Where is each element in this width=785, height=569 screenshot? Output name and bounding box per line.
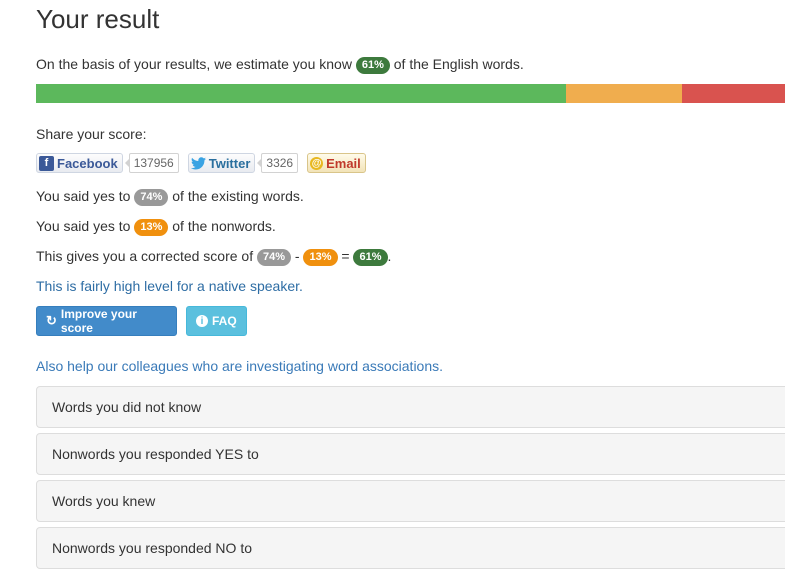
faq-button[interactable]: i FAQ	[186, 306, 247, 336]
email-label: Email	[326, 155, 361, 171]
panel-nonwords-no[interactable]: Nonwords you responded NO to	[36, 527, 785, 569]
twitter-share-count: 3326	[257, 153, 299, 173]
twitter-share-button[interactable]: Twitter	[187, 153, 256, 173]
word-associations-link[interactable]: Also help our colleagues who are investi…	[36, 358, 443, 374]
minus-sign: -	[294, 248, 300, 264]
yes-nonwords-line: You said yes to 13% of the nonwords.	[36, 218, 276, 236]
estimate-prefix: On the basis of your results, we estimat…	[36, 56, 352, 72]
corrected-nonwords-badge: 13%	[303, 249, 338, 266]
yes-words-prefix: You said yes to	[36, 188, 131, 204]
panel-words-not-known[interactable]: Words you did not know	[36, 386, 785, 428]
yes-nonwords-prefix: You said yes to	[36, 218, 131, 234]
score-progress-bar	[36, 84, 785, 103]
estimate-badge: 61%	[355, 57, 390, 74]
corrected-words-badge: 74%	[257, 249, 292, 266]
yes-words-line: You said yes to 74% of the existing word…	[36, 188, 304, 206]
level-text: This is fairly high level for a native s…	[36, 278, 303, 294]
share-buttons: f Facebook 137956 Twitter 3326 @ Email	[36, 153, 366, 173]
period: .	[387, 248, 392, 264]
progress-segment-unknown	[681, 84, 785, 103]
faq-label: FAQ	[212, 314, 237, 328]
facebook-icon: f	[39, 155, 54, 171]
yes-nonwords-suffix: of the nonwords.	[172, 218, 276, 234]
progress-segment-yes-to-nonwords	[566, 84, 682, 103]
facebook-share-button[interactable]: f Facebook	[36, 153, 123, 173]
share-label: Share your score:	[36, 126, 147, 142]
improve-score-button[interactable]: ↻ Improve your score	[36, 306, 177, 336]
corrected-result-badge: 61%	[353, 249, 388, 266]
twitter-icon	[190, 156, 206, 171]
estimate-suffix: of the English words.	[393, 56, 524, 72]
page-title: Your result	[36, 4, 160, 34]
corrected-prefix: This gives you a corrected score of	[36, 248, 254, 264]
panel-nonwords-yes[interactable]: Nonwords you responded YES to	[36, 433, 785, 475]
email-icon: @	[310, 156, 324, 170]
twitter-label: Twitter	[208, 155, 251, 171]
yes-words-badge: 74%	[134, 189, 169, 206]
email-share-button[interactable]: @ Email	[307, 153, 366, 173]
estimate-line: On the basis of your results, we estimat…	[36, 56, 524, 74]
yes-nonwords-badge: 13%	[134, 219, 169, 236]
equals-sign: =	[341, 248, 350, 264]
progress-segment-known	[36, 84, 567, 103]
facebook-label: Facebook	[57, 155, 118, 171]
improve-score-label: Improve your score	[60, 307, 137, 335]
corrected-score-line: This gives you a corrected score of 74% …	[36, 248, 391, 266]
facebook-share-count: 137956	[124, 153, 179, 173]
yes-words-suffix: of the existing words.	[172, 188, 304, 204]
info-icon: i	[196, 315, 208, 327]
panel-words-known[interactable]: Words you knew	[36, 480, 785, 522]
refresh-icon: ↻	[46, 313, 57, 328]
